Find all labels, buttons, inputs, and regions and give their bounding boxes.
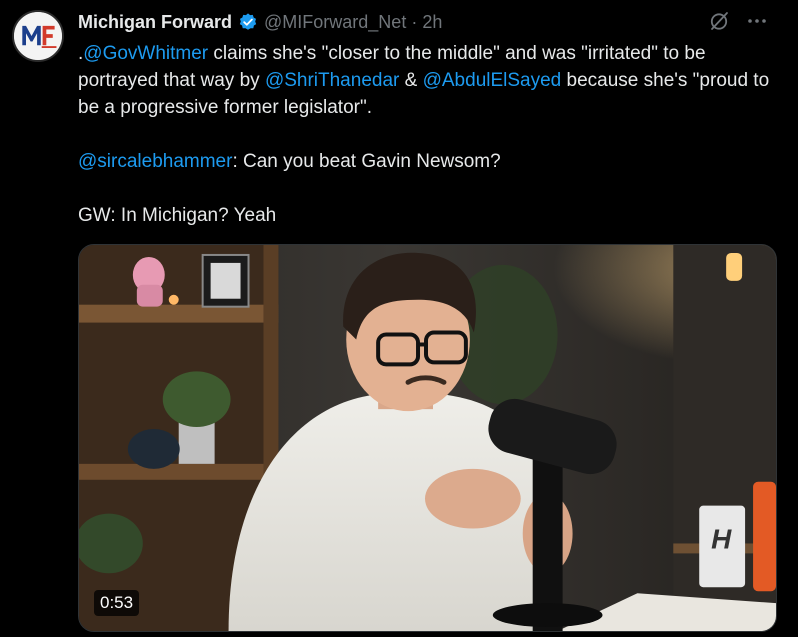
text-segment: : Can you beat Gavin Newsom? (232, 151, 501, 172)
mug-label: H (711, 523, 732, 554)
author-name[interactable]: Michigan Forward (78, 10, 232, 34)
tweet-text: .@GovWhitmer claims she's "closer to the… (78, 40, 778, 229)
author-handle[interactable]: @MIForward_Net (264, 10, 406, 34)
tweet-timestamp[interactable]: 2h (422, 10, 442, 34)
tweet-header: Michigan Forward @MIForward_Net · 2h (78, 10, 786, 34)
author-avatar[interactable] (12, 10, 64, 62)
text-ampersand: & (399, 70, 423, 91)
tweet-paragraph-3: GW: In Michigan? Yeah (78, 205, 277, 226)
tweet-paragraph-2: @sircalebhammer: Can you beat Gavin News… (78, 148, 778, 175)
video-frame: H (79, 245, 776, 631)
more-options-icon[interactable] (746, 10, 768, 32)
tweet[interactable]: Michigan Forward @MIForward_Net · 2h .@G… (0, 0, 798, 637)
video-duration-badge: 0:53 (94, 590, 140, 616)
verified-badge-icon (238, 12, 258, 32)
michigan-forward-logo-icon (14, 12, 62, 60)
grok-icon[interactable] (708, 10, 730, 32)
separator-dot: · (411, 12, 418, 32)
mention-govwhitmer-link[interactable]: @GovWhitmer (83, 43, 208, 64)
tweet-paragraph-1: .@GovWhitmer claims she's "closer to the… (78, 40, 778, 121)
mention-shrithanedar-link[interactable]: @ShriThanedar (265, 70, 399, 91)
video-player[interactable]: H 0:53 (78, 244, 777, 632)
mention-abdulelsayed-link[interactable]: @AbdulElSayed (423, 70, 562, 91)
header-actions (708, 10, 768, 32)
mention-sircalebhammer-link[interactable]: @sircalebhammer (78, 151, 232, 172)
